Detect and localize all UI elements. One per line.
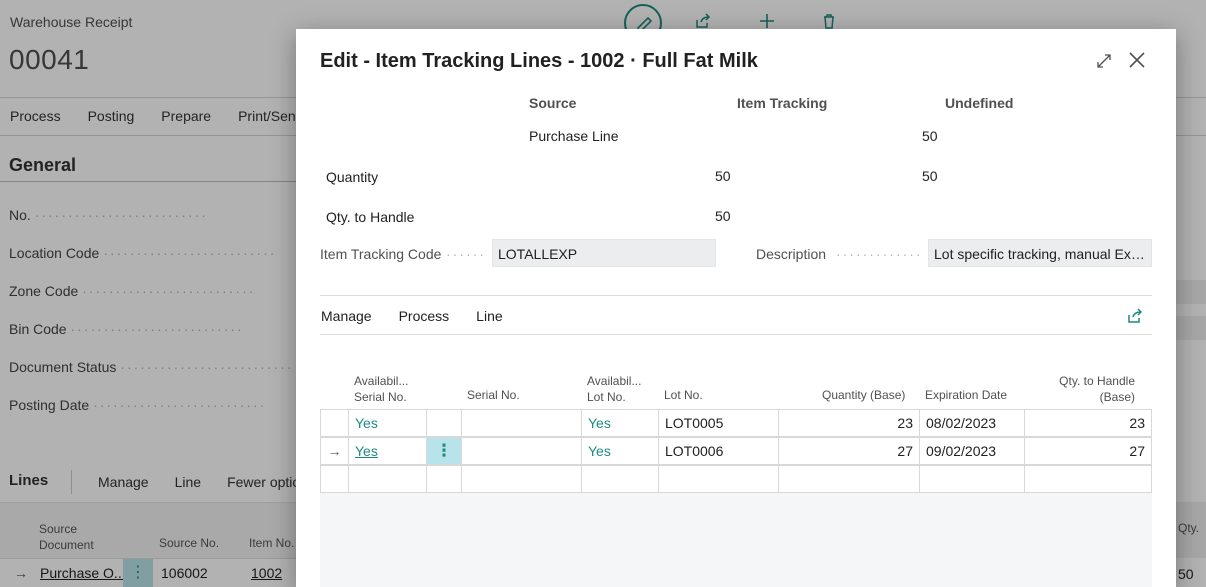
cell-expiration-date[interactable]: 09/02/2023 xyxy=(919,437,1025,465)
header-availability-lot: Availabil... Lot No. xyxy=(587,374,642,404)
summary-label-qty-to-handle: Qty. to Handle xyxy=(326,209,415,225)
header-serial-no: Serial No. xyxy=(467,388,520,402)
item-tracking-code-field[interactable]: LOTALLEXP xyxy=(492,239,716,267)
cell-lot-no[interactable] xyxy=(658,465,779,493)
cell-qty-to-handle[interactable]: 27 xyxy=(1024,437,1152,465)
action-manage[interactable]: Manage xyxy=(321,308,372,324)
cell-serial-no[interactable] xyxy=(461,409,582,437)
row-menu-cell xyxy=(426,409,462,437)
header-availability-serial: Availabil... Serial No. xyxy=(354,374,409,404)
cell-qty-to-handle[interactable]: 23 xyxy=(1024,409,1152,437)
summary-header-undefined: Undefined xyxy=(945,95,1014,111)
row-indicator xyxy=(320,409,349,437)
dialog-title: Edit - Item Tracking Lines - 1002 · Full… xyxy=(320,50,758,72)
cell-expiration-date[interactable]: 08/02/2023 xyxy=(919,409,1025,437)
table-row-new[interactable] xyxy=(320,465,1152,493)
header-lot-no: Lot No. xyxy=(664,388,703,402)
action-bar: Manage Process Line xyxy=(321,308,503,324)
summary-label-quantity: Quantity xyxy=(326,169,379,185)
row-menu-button[interactable]: ⋮ xyxy=(426,437,462,465)
current-row-arrow: → xyxy=(320,437,349,465)
cell-serial-no[interactable] xyxy=(461,465,582,493)
summary-source-type: Purchase Line xyxy=(529,128,619,144)
cell-availability-serial[interactable] xyxy=(348,465,427,493)
item-tracking-dialog: Edit - Item Tracking Lines - 1002 · Full… xyxy=(296,29,1176,587)
cell-quantity-base[interactable]: 23 xyxy=(778,409,920,437)
expand-icon[interactable] xyxy=(1096,53,1112,69)
header-qty-to-handle: Qty. to Handle (Base) xyxy=(1059,374,1135,404)
close-icon[interactable] xyxy=(1127,50,1147,70)
cell-lot-no[interactable]: LOT0005 xyxy=(658,409,779,437)
description-field[interactable]: Lot specific tracking, manual Exp... xyxy=(928,239,1152,267)
share-icon[interactable] xyxy=(1126,307,1144,325)
action-line[interactable]: Line xyxy=(476,308,502,324)
cell-qty-to-handle[interactable] xyxy=(1024,465,1152,493)
header-quantity-base: Quantity (Base) xyxy=(822,388,906,402)
divider xyxy=(320,334,1152,335)
description-label: Description xyxy=(756,246,827,262)
cell-expiration-date[interactable] xyxy=(919,465,1025,493)
summary-quantity-source: 50 xyxy=(715,168,731,184)
row-menu-cell xyxy=(426,465,462,493)
header-expiration-date: Expiration Date xyxy=(925,388,1008,402)
summary-source-type-undefined: 50 xyxy=(922,128,938,144)
table-row-selected[interactable]: → Yes ⋮ Yes LOT0006 27 09/02/2023 27 xyxy=(320,437,1152,465)
cell-lot-no[interactable]: LOT0006 xyxy=(658,437,779,465)
cell-availability-serial[interactable]: Yes xyxy=(348,437,427,465)
field-leader-dots: ········· xyxy=(446,246,486,262)
cell-quantity-base[interactable]: 27 xyxy=(778,437,920,465)
cell-quantity-base[interactable] xyxy=(778,465,920,493)
item-tracking-code-label: Item Tracking Code xyxy=(320,246,442,262)
summary-header-source: Source xyxy=(529,95,577,111)
cell-availability-serial[interactable]: Yes xyxy=(348,409,427,437)
cell-availability-lot[interactable] xyxy=(581,465,659,493)
cell-availability-lot[interactable]: Yes xyxy=(581,409,659,437)
table-row[interactable]: Yes Yes LOT0005 23 08/02/2023 23 xyxy=(320,409,1152,437)
row-indicator xyxy=(320,465,349,493)
action-process[interactable]: Process xyxy=(399,308,450,324)
cell-serial-no[interactable] xyxy=(461,437,582,465)
cell-availability-lot[interactable]: Yes xyxy=(581,437,659,465)
summary-qty-to-handle-source: 50 xyxy=(715,208,731,224)
summary-header-item-tracking: Item Tracking xyxy=(737,95,828,111)
divider xyxy=(320,295,1152,296)
summary-quantity-undefined: 50 xyxy=(922,168,938,184)
grid-empty-area xyxy=(320,493,1152,587)
field-leader-dots: ······················ xyxy=(836,246,922,262)
